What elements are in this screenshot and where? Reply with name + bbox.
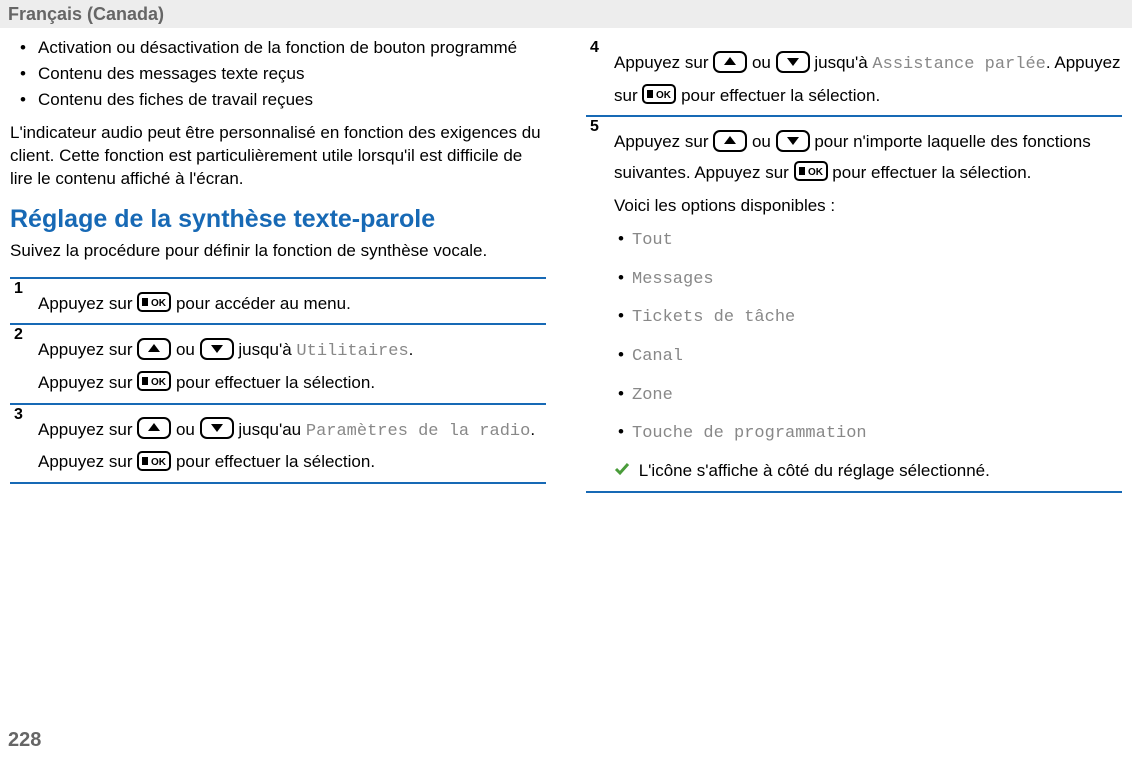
- steps-left: 1 Appuyez sur OK pour accéder au menu. 2…: [10, 277, 546, 484]
- header-bar: Français (Canada): [0, 0, 1132, 28]
- list-item: Messages: [632, 263, 1122, 296]
- up-icon: [137, 338, 171, 360]
- list-item: Tickets de tâche: [632, 301, 1122, 334]
- step-4: 4 Appuyez sur ou jusqu'à Assistance parl…: [586, 38, 1122, 115]
- check-icon: [614, 454, 634, 485]
- step-3: 3 Appuyez sur ou jusqu'au Paramètres de …: [10, 403, 546, 484]
- step-text: jusqu'à: [238, 340, 296, 359]
- up-icon: [713, 51, 747, 73]
- step-text: Appuyez sur: [38, 373, 137, 392]
- columns: Activation ou désactivation de la foncti…: [0, 28, 1132, 493]
- step-text: ou: [176, 420, 200, 439]
- step-text: pour accéder au menu.: [176, 294, 351, 313]
- list-item: Activation ou désactivation de la foncti…: [38, 38, 546, 58]
- menu-target: Paramètres de la radio: [306, 422, 530, 441]
- list-item: Touche de programmation: [632, 417, 1122, 450]
- down-icon: [776, 51, 810, 73]
- list-item: Tout: [632, 224, 1122, 257]
- list-item: Zone: [632, 379, 1122, 412]
- step-text: ou: [752, 53, 776, 72]
- step-text: Appuyez sur: [38, 340, 137, 359]
- step-number: 2: [14, 321, 23, 350]
- option-label: Messages: [632, 270, 714, 289]
- list-item: Contenu des messages texte reçus: [38, 64, 546, 84]
- svg-text:OK: OK: [151, 298, 167, 309]
- option-label: Touche de programmation: [632, 424, 867, 443]
- step-1: 1 Appuyez sur OK pour accéder au menu.: [10, 277, 546, 324]
- step-text: Appuyez sur: [614, 132, 713, 151]
- down-icon: [200, 338, 234, 360]
- step-text: jusqu'au: [238, 420, 306, 439]
- step-text: Appuyez sur: [614, 53, 713, 72]
- ok-icon: OK: [137, 371, 171, 391]
- up-icon: [137, 417, 171, 439]
- list-item: Contenu des fiches de travail reçues: [38, 90, 546, 110]
- svg-text:OK: OK: [151, 457, 167, 468]
- step-text: jusqu'à: [814, 53, 872, 72]
- result-line: L'icône s'affiche à côté du réglage séle…: [614, 456, 1122, 487]
- ok-icon: OK: [137, 451, 171, 471]
- options-intro: Voici les options disponibles :: [614, 194, 1122, 218]
- steps-right: 4 Appuyez sur ou jusqu'à Assistance parl…: [586, 38, 1122, 493]
- down-icon: [200, 417, 234, 439]
- step-text: Appuyez sur: [38, 420, 137, 439]
- options-list: Tout Messages Tickets de tâche Canal Zon…: [614, 224, 1122, 450]
- step-text: pour effectuer la sélection.: [176, 452, 375, 471]
- step-number: 3: [14, 401, 23, 430]
- left-column: Activation ou désactivation de la foncti…: [10, 38, 546, 493]
- page: Français (Canada) Activation ou désactiv…: [0, 0, 1132, 762]
- option-label: Tout: [632, 231, 673, 250]
- ok-icon: OK: [794, 161, 828, 181]
- step-text: ou: [752, 132, 776, 151]
- option-label: Tickets de tâche: [632, 308, 795, 327]
- ok-icon: OK: [137, 292, 171, 312]
- step-2: 2 Appuyez sur ou jusqu'à Utilitaires. Ap…: [10, 323, 546, 402]
- svg-text:OK: OK: [808, 167, 824, 178]
- option-label: Zone: [632, 386, 673, 405]
- intro-paragraph: L'indicateur audio peut être personnalis…: [10, 122, 546, 191]
- list-item: Canal: [632, 340, 1122, 373]
- header-language: Français (Canada): [8, 4, 164, 24]
- ok-icon: OK: [642, 84, 676, 104]
- right-column: 4 Appuyez sur ou jusqu'à Assistance parl…: [586, 38, 1122, 493]
- option-label: Canal: [632, 347, 683, 366]
- step-number: 1: [14, 275, 23, 304]
- down-icon: [776, 130, 810, 152]
- page-number: 228: [8, 729, 41, 752]
- menu-target: Utilitaires: [296, 342, 408, 361]
- step-text: Appuyez sur: [38, 294, 137, 313]
- step-text: pour effectuer la sélection.: [832, 163, 1031, 182]
- step-number: 4: [590, 34, 599, 63]
- intro-bullets: Activation ou désactivation de la foncti…: [10, 38, 546, 110]
- step-text: pour effectuer la sélection.: [176, 373, 375, 392]
- menu-target: Assistance parlée: [872, 55, 1045, 74]
- section-intro: Suivez la procédure pour définir la fonc…: [10, 240, 546, 263]
- step-text: .: [409, 340, 414, 359]
- svg-text:OK: OK: [656, 90, 672, 101]
- step-text: ou: [176, 340, 200, 359]
- step-5: 5 Appuyez sur ou pour n'importe laquelle…: [586, 115, 1122, 492]
- result-text: L'icône s'affiche à côté du réglage séle…: [634, 461, 990, 480]
- svg-text:OK: OK: [151, 377, 167, 388]
- step-number: 5: [590, 113, 599, 142]
- step-text: pour effectuer la sélection.: [681, 86, 880, 105]
- up-icon: [713, 130, 747, 152]
- section-title: Réglage de la synthèse texte-parole: [10, 205, 546, 234]
